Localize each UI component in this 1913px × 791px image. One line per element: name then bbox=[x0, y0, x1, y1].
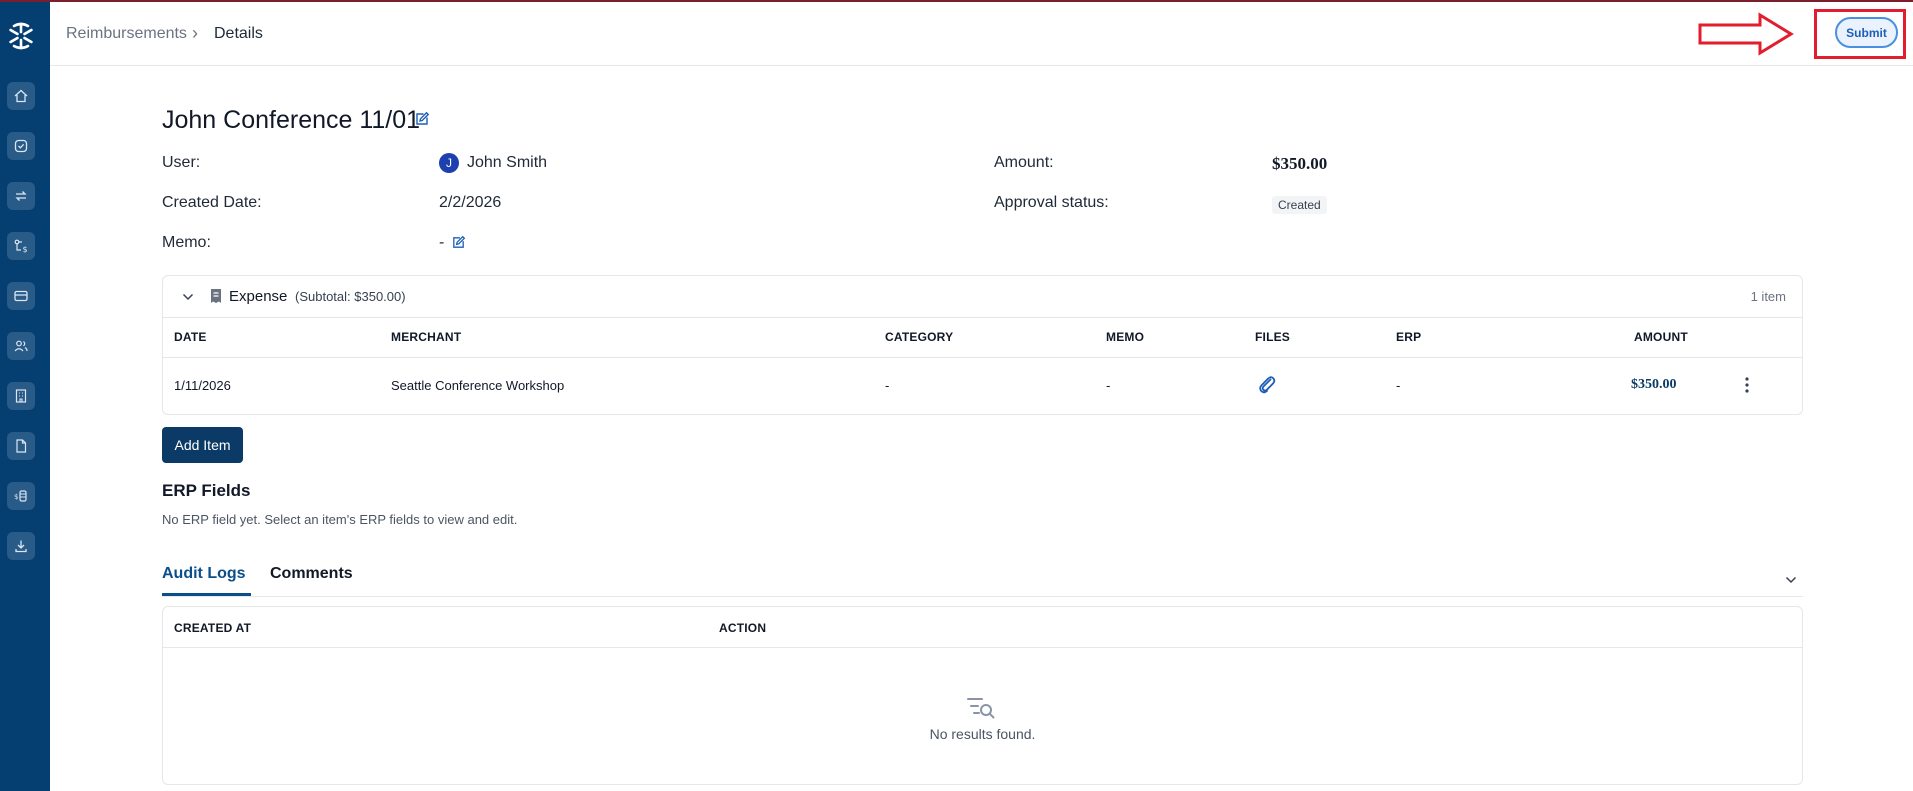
memo-value: - bbox=[439, 234, 445, 251]
column-header-action: ACTION bbox=[719, 621, 767, 635]
nav-transfers[interactable] bbox=[7, 182, 35, 210]
nav-cards[interactable] bbox=[7, 282, 35, 310]
expense-section: Expense (Subtotal: $350.00) 1 item DATE … bbox=[162, 275, 1803, 415]
nav-home[interactable] bbox=[7, 82, 35, 110]
more-options-icon[interactable] bbox=[1741, 375, 1753, 395]
tab-audit-logs[interactable]: Audit Logs bbox=[162, 565, 246, 583]
nav-entities[interactable] bbox=[7, 382, 35, 410]
nav-downloads[interactable] bbox=[7, 532, 35, 560]
users-icon bbox=[14, 340, 28, 352]
breadcrumb-current: Details bbox=[214, 25, 263, 42]
home-icon bbox=[14, 89, 28, 103]
audit-log-table: CREATED AT ACTION No results found. bbox=[162, 606, 1803, 785]
expense-date: 1/11/2026 bbox=[174, 378, 231, 393]
created-date-label: Created Date: bbox=[162, 194, 262, 211]
check-circle-icon bbox=[14, 139, 28, 153]
page-title: John Conference 11/01 bbox=[162, 106, 421, 134]
edit-memo-icon[interactable] bbox=[451, 235, 466, 250]
expense-title: Expense bbox=[229, 288, 288, 305]
table-divider bbox=[163, 357, 1802, 358]
column-header-category: CATEGORY bbox=[885, 330, 954, 344]
column-header-erp: ERP bbox=[1396, 330, 1422, 344]
amount-value: $350.00 bbox=[1272, 154, 1328, 173]
expense-item-count: 1 item bbox=[1750, 289, 1786, 304]
column-header-amount: AMOUNT bbox=[1634, 330, 1688, 344]
chevron-down-icon[interactable] bbox=[181, 290, 195, 304]
nav-reimbursements[interactable]: $ bbox=[7, 482, 35, 510]
sidebar: $ $ bbox=[0, 2, 50, 791]
expense-amount: $350.00 bbox=[1631, 377, 1677, 392]
expense-subtotal: (Subtotal: $350.00) bbox=[295, 289, 406, 304]
attachment-icon[interactable] bbox=[1256, 373, 1278, 395]
download-icon bbox=[15, 540, 27, 553]
workflow-dollar-icon: $ bbox=[14, 239, 28, 254]
expense-memo: - bbox=[1106, 378, 1111, 393]
nav-workflows[interactable]: $ bbox=[7, 232, 35, 260]
submit-button[interactable]: Submit bbox=[1835, 17, 1898, 48]
nav-documents[interactable] bbox=[7, 432, 35, 460]
tab-comments[interactable]: Comments bbox=[270, 565, 353, 583]
column-header-created-at: CREATED AT bbox=[174, 621, 252, 635]
memo-label: Memo: bbox=[162, 234, 211, 251]
column-header-files: FILES bbox=[1255, 330, 1291, 344]
edit-title-icon[interactable] bbox=[414, 111, 430, 127]
search-list-icon bbox=[967, 698, 995, 719]
transfer-icon bbox=[15, 191, 27, 201]
expense-header[interactable]: Expense (Subtotal: $350.00) 1 item bbox=[163, 276, 1802, 318]
building-icon bbox=[15, 389, 27, 403]
chevron-down-icon[interactable] bbox=[1784, 573, 1798, 587]
column-header-merchant: MERCHANT bbox=[391, 330, 462, 344]
column-header-memo: MEMO bbox=[1106, 330, 1145, 344]
erp-fields-note: No ERP field yet. Select an item's ERP f… bbox=[162, 512, 518, 527]
table-divider bbox=[163, 647, 1802, 648]
amount-label: Amount: bbox=[994, 154, 1054, 171]
top-bar: Reimbursements › Details bbox=[50, 2, 1913, 66]
expense-category: - bbox=[885, 378, 890, 393]
receipt-icon bbox=[211, 289, 221, 303]
money-stack-icon: $ bbox=[14, 490, 27, 502]
nav-approvals[interactable] bbox=[7, 132, 35, 160]
add-item-button[interactable]: Add Item bbox=[162, 427, 243, 463]
brand-logo-icon[interactable] bbox=[5, 20, 37, 52]
breadcrumb-separator: › bbox=[192, 23, 198, 43]
erp-fields-title: ERP Fields bbox=[162, 481, 251, 500]
user-name: John Smith bbox=[467, 154, 548, 171]
svg-text:$: $ bbox=[23, 245, 28, 254]
empty-state-text: No results found. bbox=[929, 726, 1036, 742]
document-icon bbox=[16, 439, 27, 453]
status-badge: Created bbox=[1272, 196, 1327, 214]
card-icon bbox=[14, 290, 28, 302]
expense-erp: - bbox=[1396, 378, 1401, 393]
svg-text:$: $ bbox=[14, 493, 18, 501]
column-header-date: DATE bbox=[174, 330, 207, 344]
expense-merchant: Seattle Conference Workshop bbox=[391, 378, 565, 393]
avatar: J bbox=[439, 153, 459, 173]
created-date-value: 2/2/2026 bbox=[439, 194, 502, 211]
user-label: User: bbox=[162, 154, 201, 171]
tab-divider bbox=[162, 596, 1803, 597]
arrow-annotation-icon bbox=[1698, 12, 1794, 56]
approval-status-label: Approval status: bbox=[994, 194, 1109, 211]
nav-users[interactable] bbox=[7, 332, 35, 360]
breadcrumb-reimbursements[interactable]: Reimbursements bbox=[66, 25, 187, 43]
